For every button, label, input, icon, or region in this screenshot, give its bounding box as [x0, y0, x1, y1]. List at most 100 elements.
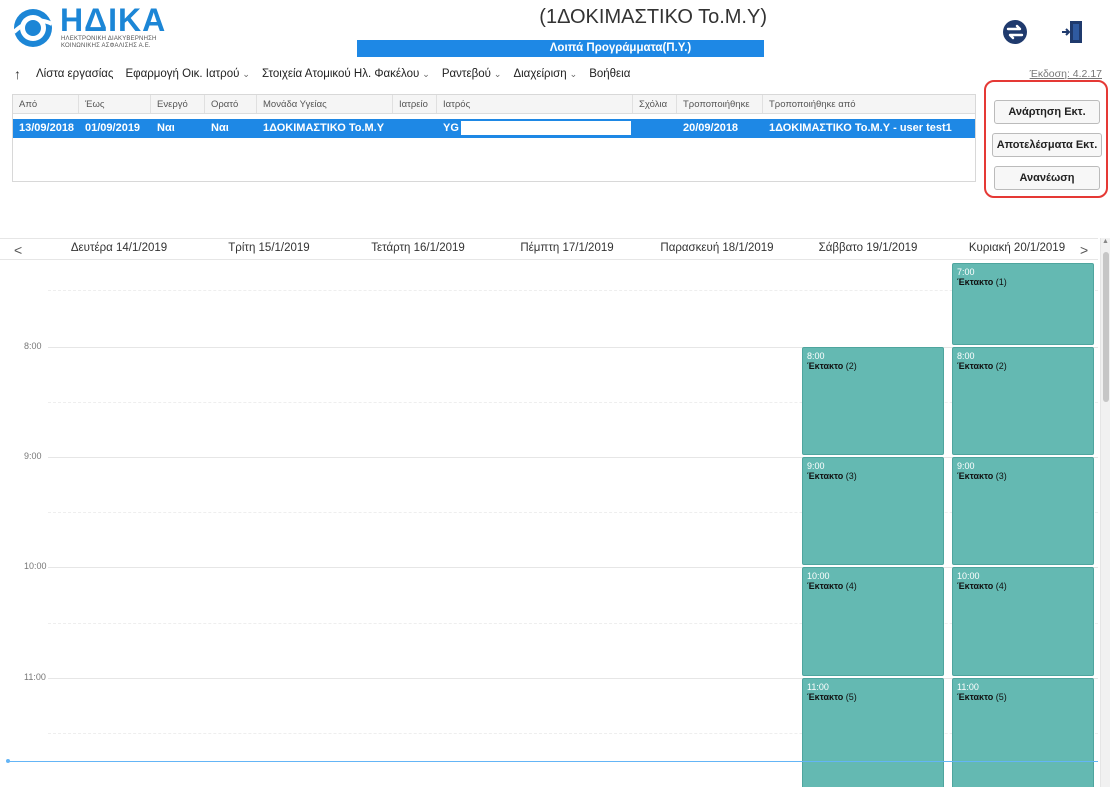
header: ΗΔΙΚΑ ΗΛΕΚΤΡΟΝΙΚΗ ΔΙΑΚΥΒΕΡΝΗΣΗ ΚΟΙΝΩΝΙΚΗ… — [0, 0, 1110, 62]
table-cell: Ναι — [157, 122, 175, 134]
day-header-thursday: Πέμπτη 17/1/2019 — [520, 242, 614, 254]
chevron-down-icon: ⌄ — [422, 69, 430, 79]
exit-door-icon[interactable] — [1059, 18, 1087, 46]
redacted-area — [357, 6, 497, 32]
refresh-button[interactable]: Ανανέωση — [994, 166, 1100, 190]
day-header-wednesday: Τετάρτη 16/1/2019 — [371, 242, 465, 254]
day-header-sunday: Κυριακή 20/1/2019 — [968, 242, 1066, 254]
calendar-event[interactable]: 7:00 Έκτακτο (1) — [952, 263, 1094, 345]
table-cell: 13/09/2018 — [19, 122, 75, 134]
arrow-up-icon[interactable]: ↑ — [14, 66, 36, 82]
calendar-event[interactable]: 11:00 Έκτακτο (5) — [802, 678, 944, 787]
table-cell: Ναι — [211, 122, 229, 134]
time-label: 8:00 — [24, 341, 42, 351]
subtitle-bar: Λοιπά Προγράμματα(Π.Υ.) — [357, 40, 764, 57]
vertical-scrollbar[interactable]: ▲ — [1100, 238, 1110, 787]
column-header[interactable]: Τροποποιήθηκε από — [763, 95, 975, 113]
calendar-event[interactable]: 9:00 Έκτακτο (3) — [802, 457, 944, 565]
time-label: 9:00 — [24, 451, 42, 461]
event-title: Έκτακτο (5) — [807, 692, 857, 702]
current-time-line — [8, 761, 1098, 762]
day-header-monday: Δευτέρα 14/1/2019 — [70, 242, 168, 254]
column-header[interactable]: Από — [13, 95, 79, 113]
event-title: Έκτακτο (3) — [957, 471, 1007, 481]
time-label: 10:00 — [24, 561, 47, 571]
org-title-area: (1ΔΟΚΙΜΑΣΤΙΚΟ Το.Μ.Υ) — [357, 4, 767, 36]
publish-extra-button[interactable]: Ανάρτηση Εκτ. — [994, 100, 1100, 124]
menu-item-appointments[interactable]: Ραντεβού ⌄ — [442, 68, 502, 80]
menu-item-worklist[interactable]: Λίστα εργασίας — [36, 68, 113, 80]
current-time-dot — [6, 759, 10, 763]
scrollbar-thumb[interactable] — [1103, 252, 1109, 402]
event-title: Έκτακτο (4) — [807, 581, 857, 591]
event-title: Έκτακτο (3) — [807, 471, 857, 481]
table-cell-doctor: YG — [437, 119, 633, 138]
table-cell — [633, 119, 677, 138]
main-menu: ↑ Λίστα εργασίας Εφαρμογή Οικ. Ιατρού ⌄ Σ… — [14, 64, 642, 84]
event-title: Έκτακτο (2) — [957, 361, 1007, 371]
event-title: Έκτακτο (5) — [957, 692, 1007, 702]
app-window: ΗΔΙΚΑ ΗΛΕΚΤΡΟΝΙΚΗ ΔΙΑΚΥΒΕΡΝΗΣΗ ΚΟΙΝΩΝΙΚΗ… — [0, 0, 1110, 787]
logo: ΗΔΙΚΑ ΗΛΕΚΤΡΟΝΙΚΗ ΔΙΑΚΥΒΕΡΝΗΣΗ ΚΟΙΝΩΝΙΚΗ… — [12, 2, 182, 50]
logo-emblem-icon — [12, 9, 53, 47]
menu-item-help[interactable]: Βοήθεια — [589, 68, 630, 80]
day-header-tuesday: Τρίτη 15/1/2019 — [228, 242, 310, 254]
redacted-area — [460, 121, 631, 136]
chevron-right-icon[interactable]: > — [1080, 242, 1088, 258]
table-cell — [393, 119, 437, 138]
calendar-event[interactable]: 8:00 Έκτακτο (2) — [802, 347, 944, 455]
table-row[interactable]: 13/09/2018 01/09/2019 Ναι Ναι 1ΔΟΚΙΜΑΣΤΙ… — [13, 119, 975, 138]
chevron-down-icon: ⌄ — [242, 69, 250, 79]
version-label: Έκδοση: 4.2.17 — [1029, 68, 1102, 80]
grid-line — [48, 290, 1098, 291]
swap-circle-icon[interactable] — [1001, 18, 1029, 46]
event-time: 11:00 — [807, 682, 829, 692]
org-title: (1ΔΟΚΙΜΑΣΤΙΚΟ Το.Μ.Υ) — [539, 6, 767, 28]
table-cell: 20/09/2018 — [683, 122, 739, 134]
event-time: 8:00 — [957, 351, 975, 361]
calendar-event[interactable]: 10:00 Έκτακτο (4) — [802, 567, 944, 676]
time-label: 11:00 — [24, 672, 46, 682]
chevron-down-icon: ⌄ — [493, 69, 502, 79]
results-extra-button[interactable]: Αποτελέσματα Εκτ. — [992, 133, 1102, 157]
event-title: Έκτακτο (1) — [957, 277, 1007, 287]
logo-title: ΗΔΙΚΑ — [60, 2, 167, 38]
logo-subtitle-2: ΚΟΙΝΩΝΙΚΗΣ ΑΣΦΑΛΙΣΗΣ Α.Ε. — [61, 43, 151, 49]
table-cell: 01/09/2019 — [85, 122, 141, 134]
calendar-event[interactable]: 10:00 Έκτακτο (4) — [952, 567, 1094, 676]
event-title: Έκτακτο (4) — [957, 581, 1007, 591]
column-header[interactable]: Τροποποιήθηκε — [677, 95, 763, 113]
column-header[interactable]: Ιατρός — [437, 95, 633, 113]
menu-item-management[interactable]: Διαχείριση ⌄ — [513, 68, 577, 80]
event-time: 9:00 — [807, 461, 825, 471]
calendar-event[interactable]: 11:00 Έκτακτο (5) — [952, 678, 1094, 787]
table-cell: 1ΔΟΚΙΜΑΣΤΙΚΟ Το.Μ.Υ — [263, 122, 385, 134]
schedule-table: Από Έως Ενεργό Ορατό Μονάδα Υγείας Ιατρε… — [12, 94, 976, 182]
day-header-saturday: Σάββατο 19/1/2019 — [818, 242, 918, 254]
table-cell: 1ΔΟΚΙΜΑΣΤΙΚΟ Το.Μ.Υ - user test1 — [769, 122, 952, 134]
column-header[interactable]: Σχόλια — [633, 95, 677, 113]
event-time: 9:00 — [957, 461, 975, 471]
event-time: 10:00 — [807, 571, 830, 581]
column-header[interactable]: Ιατρείο — [393, 95, 437, 113]
scroll-up-icon[interactable]: ▲ — [1102, 238, 1109, 245]
column-header[interactable]: Ενεργό — [151, 95, 205, 113]
logo-subtitle-1: ΗΛΕΚΤΡΟΝΙΚΗ ΔΙΑΚΥΒΕΡΝΗΣΗ — [61, 36, 157, 42]
day-header-friday: Παρασκευή 18/1/2019 — [660, 242, 774, 254]
column-header[interactable]: Έως — [79, 95, 151, 113]
calendar-event[interactable]: 8:00 Έκτακτο (2) — [952, 347, 1094, 455]
menu-item-health-record[interactable]: Στοιχεία Ατομικού Ηλ. Φακέλου ⌄ — [262, 68, 430, 80]
calendar-grid[interactable]: 8:00 9:00 10:00 11:00 7:00 Έκτακτο (1) 8… — [0, 261, 1098, 787]
event-time: 7:00 — [957, 267, 975, 277]
column-header[interactable]: Ορατό — [205, 95, 257, 113]
table-header: Από Έως Ενεργό Ορατό Μονάδα Υγείας Ιατρε… — [13, 95, 975, 114]
chevron-down-icon: ⌄ — [569, 69, 578, 79]
menu-item-family-doctor[interactable]: Εφαρμογή Οικ. Ιατρού ⌄ — [125, 68, 249, 80]
event-title: Έκτακτο (2) — [807, 361, 857, 371]
event-time: 11:00 — [957, 682, 979, 692]
chevron-left-icon[interactable]: < — [14, 242, 22, 258]
event-time: 10:00 — [957, 571, 980, 581]
calendar-event[interactable]: 9:00 Έκτακτο (3) — [952, 457, 1094, 565]
event-time: 8:00 — [807, 351, 825, 361]
column-header[interactable]: Μονάδα Υγείας — [257, 95, 393, 113]
